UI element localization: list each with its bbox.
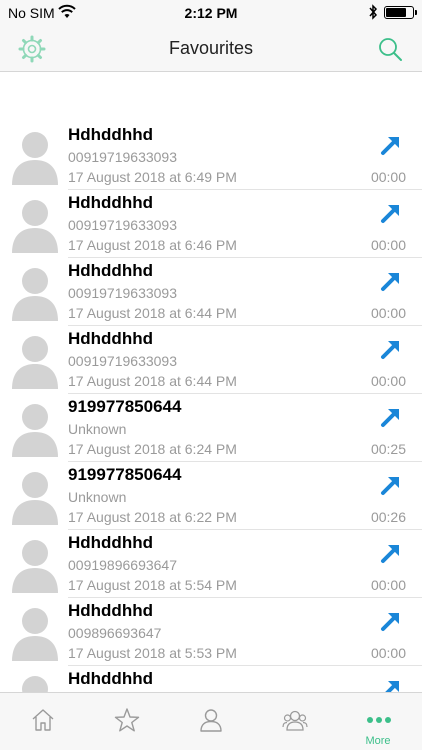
avatar-placeholder-icon: [12, 200, 58, 253]
list-item[interactable]: Hdhddhhd 00919719633093 17 August 2018 a…: [0, 326, 422, 394]
call-datetime: 17 August 2018 at 6:44 PM: [68, 305, 237, 321]
favourites-list: Hdhddhhd 00919719633093 17 August 2018 a…: [0, 122, 422, 692]
list-item[interactable]: Hdhddhhd 00919719633093 17 August 2018 a…: [0, 190, 422, 258]
contact-name: Hdhddhhd: [68, 601, 153, 620]
call-duration: 00:00: [370, 237, 406, 253]
contact-number: 009896693647: [68, 625, 162, 641]
contact-name: 919977850644: [68, 465, 182, 484]
contact-number: 00919719633093: [68, 149, 178, 165]
tab-contacts[interactable]: [168, 693, 252, 750]
contact-name: Hdhddhhd: [68, 669, 153, 688]
clock: 2:12 PM: [184, 5, 238, 21]
list-item[interactable]: Hdhddhhd 00919719633093 17 August 2018 a…: [0, 122, 422, 190]
call-duration: 00:00: [370, 577, 406, 593]
tab-groups[interactable]: [252, 693, 336, 750]
tab-more[interactable]: More: [336, 693, 420, 750]
contact-name: Hdhddhhd: [68, 533, 153, 552]
call-datetime: 17 August 2018 at 6:22 PM: [68, 509, 237, 525]
avatar-placeholder-icon: [12, 404, 58, 457]
avatar-placeholder-icon: [12, 472, 58, 525]
call-duration: 00:00: [370, 169, 406, 185]
contact-icon: [200, 709, 222, 732]
call-datetime: 17 August 2018 at 6:46 PM: [68, 237, 237, 253]
avatar-placeholder-icon: [12, 540, 58, 593]
home-icon: [32, 709, 54, 731]
outgoing-call-arrow-icon: [381, 477, 399, 495]
call-datetime: 17 August 2018 at 5:53 PM: [68, 645, 237, 661]
call-datetime: 17 August 2018 at 6:24 PM: [68, 441, 237, 457]
contact-name: Hdhddhhd: [68, 193, 153, 212]
tab-home[interactable]: [0, 693, 84, 750]
list-item[interactable]: Hdhddhhd: [0, 666, 422, 692]
contact-number: 00919896693647: [68, 557, 178, 573]
group-icon: [282, 710, 308, 731]
battery-icon: [384, 6, 417, 19]
avatar-placeholder-icon: [12, 608, 58, 661]
avatar-placeholder-icon: [12, 132, 58, 185]
outgoing-call-arrow-icon: [381, 137, 399, 155]
contact-name: Hdhddhhd: [68, 261, 153, 280]
call-duration: 00:00: [370, 645, 406, 661]
outgoing-call-arrow-icon: [381, 341, 399, 359]
call-duration: 00:26: [370, 509, 406, 525]
page-title: Favourites: [168, 38, 254, 58]
outgoing-call-arrow-icon: [385, 681, 399, 692]
outgoing-call-arrow-icon: [381, 205, 399, 223]
list-item[interactable]: Hdhddhhd 00919896693647 17 August 2018 a…: [0, 530, 422, 598]
avatar-placeholder-icon: [12, 268, 58, 321]
call-duration: 00:00: [370, 305, 406, 321]
contact-number: 00919719633093: [68, 353, 178, 369]
tab-favourites[interactable]: [84, 693, 168, 750]
contact-number: 00919719633093: [68, 217, 178, 233]
call-datetime: 17 August 2018 at 6:44 PM: [68, 373, 237, 389]
more-icon: [367, 717, 391, 723]
contact-number: 00919719633093: [68, 285, 178, 301]
list-item[interactable]: 919977850644 Unknown 17 August 2018 at 6…: [0, 462, 422, 530]
call-datetime: 17 August 2018 at 5:54 PM: [68, 577, 237, 593]
contact-name: Hdhddhhd: [68, 125, 153, 144]
tab-more-label: More: [365, 735, 391, 747]
call-datetime: 17 August 2018 at 6:49 PM: [68, 169, 237, 185]
star-icon: [114, 708, 140, 732]
list-item[interactable]: Hdhddhhd 009896693647 17 August 2018 at …: [0, 598, 422, 666]
outgoing-call-arrow-icon: [381, 273, 399, 291]
avatar-placeholder-icon: [22, 676, 48, 692]
call-duration: 00:00: [370, 373, 406, 389]
navigation-bar: Favourites: [0, 26, 422, 72]
contact-number: Unknown: [68, 421, 127, 437]
avatar-placeholder-icon: [12, 336, 58, 389]
list-item[interactable]: 919977850644 Unknown 17 August 2018 at 6…: [0, 394, 422, 462]
list-item[interactable]: Hdhddhhd 00919719633093 17 August 2018 a…: [0, 258, 422, 326]
contact-number: Unknown: [68, 489, 127, 505]
outgoing-call-arrow-icon: [381, 409, 399, 427]
outgoing-call-arrow-icon: [381, 613, 399, 631]
call-duration: 00:25: [370, 441, 406, 457]
outgoing-call-arrow-icon: [381, 545, 399, 563]
battery-level: [386, 8, 406, 17]
contact-name: 919977850644: [68, 397, 182, 416]
search-icon[interactable]: [376, 35, 404, 63]
status-bar: No SIM 2:12 PM: [0, 0, 422, 26]
tab-bar: More: [0, 692, 422, 750]
bluetooth-icon: [369, 4, 378, 20]
contact-name: Hdhddhhd: [68, 329, 153, 348]
